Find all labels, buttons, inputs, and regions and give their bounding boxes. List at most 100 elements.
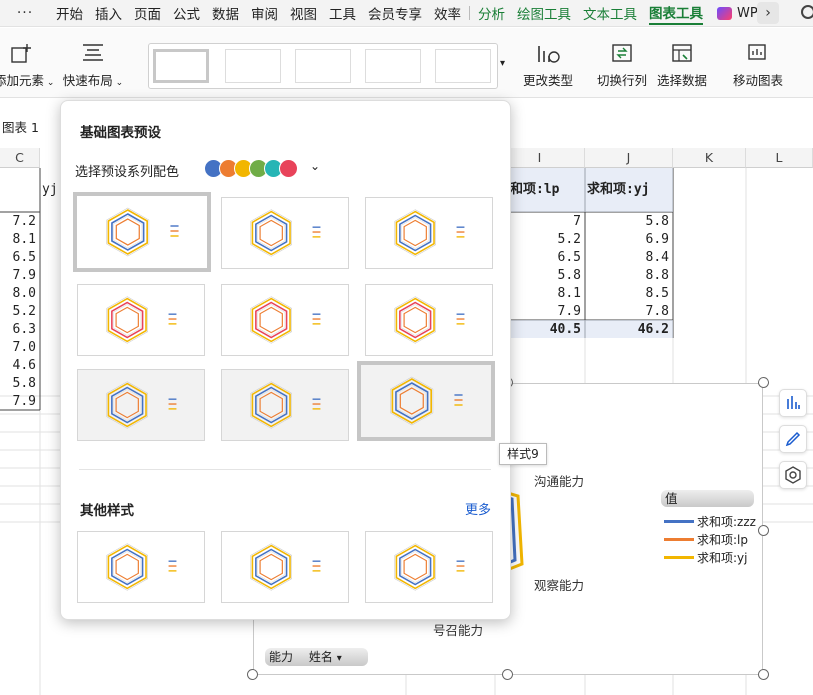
menu-formula[interactable]: 公式 (173, 3, 200, 23)
menu-home[interactable]: 开始 (56, 3, 83, 23)
color-scheme-swatches[interactable] (204, 159, 298, 178)
pivot-total-yj[interactable]: 46.2 (585, 321, 673, 339)
more-menu-button[interactable]: ··· (0, 5, 50, 21)
menu-drawing-tools[interactable]: 绘图工具 (517, 3, 571, 23)
preset-style-6[interactable] (365, 284, 493, 356)
select-data-button[interactable]: 选择数据 (654, 28, 710, 89)
field-button-name[interactable]: 姓名 (309, 650, 333, 664)
gallery-style-3[interactable] (295, 49, 351, 83)
preset-style-2[interactable] (221, 197, 349, 269)
chart-preset-popup: 基础图表预设 选择预设系列配色 ⌄ 其他样式 更多 (60, 100, 511, 620)
pivot-cell-yj-1[interactable]: 5.8 (585, 213, 673, 231)
chart-style-brush-icon[interactable] (779, 425, 807, 453)
preset-style-3[interactable] (365, 197, 493, 269)
search-icon[interactable] (801, 5, 813, 19)
resize-handle-b[interactable] (502, 669, 513, 680)
switch-row-col-button[interactable]: 切换行列 (594, 28, 650, 89)
menu-bar: ··· 开始 插入 页面 公式 数据 审阅 视图 工具 会员专享 效率 分析 绘… (0, 0, 813, 27)
color-scheme-dropdown-icon[interactable]: ⌄ (310, 159, 320, 173)
quick-layout-button[interactable]: 快速布局 ⌄ (62, 28, 124, 89)
pivot-cell-lp-4[interactable]: 5.8 (495, 267, 585, 285)
other-style-3[interactable] (365, 531, 493, 603)
pivot-cell-lp-5[interactable]: 8.1 (495, 285, 585, 303)
preset-style-9[interactable] (357, 361, 495, 441)
legend-item-yj: 求和项:yj (664, 549, 747, 566)
change-type-button[interactable]: 更改类型 (520, 28, 576, 89)
menu-review[interactable]: 审阅 (251, 3, 278, 23)
resize-handle-bl[interactable] (247, 669, 258, 680)
name-box[interactable]: 图表 1 (0, 117, 60, 137)
menu-data[interactable]: 数据 (212, 3, 239, 23)
cell-c-10[interactable]: 5.8 (0, 375, 40, 393)
cell-c-2[interactable]: 8.1 (0, 231, 40, 249)
partial-header-yj: yj (42, 182, 58, 197)
field-button-ability[interactable]: 能力 (269, 650, 293, 664)
move-chart-label: 移动图表 (732, 73, 783, 88)
pivot-cell-yj-2[interactable]: 6.9 (585, 231, 673, 249)
cell-c-3[interactable]: 6.5 (0, 249, 40, 267)
axis-label-leadership: 号召能力 (433, 623, 484, 638)
pivot-cell-lp-6[interactable]: 7.9 (495, 303, 585, 321)
menu-chart-tools[interactable]: 图表工具 (649, 2, 703, 25)
cell-c-4[interactable]: 7.9 (0, 267, 40, 285)
filter-icon[interactable]: ▾ (337, 653, 342, 664)
cell-c-1[interactable]: 7.2 (0, 213, 40, 231)
menu-insert[interactable]: 插入 (95, 3, 122, 23)
resize-handle-tr[interactable] (758, 377, 769, 388)
gallery-style-5[interactable] (435, 49, 491, 83)
gallery-style-2[interactable] (225, 49, 281, 83)
pivot-cell-yj-4[interactable]: 8.8 (585, 267, 673, 285)
resize-handle-r[interactable] (758, 525, 769, 536)
menu-view[interactable]: 视图 (290, 3, 317, 23)
other-style-1[interactable] (77, 531, 205, 603)
menu-tools[interactable]: 工具 (329, 3, 356, 23)
pivot-cell-lp-2[interactable]: 5.2 (495, 231, 585, 249)
select-data-label: 选择数据 (656, 73, 707, 88)
cell-c-9[interactable]: 4.6 (0, 357, 40, 375)
menu-efficiency[interactable]: 效率 (434, 3, 461, 23)
gallery-style-1[interactable] (153, 49, 209, 83)
cell-c-6[interactable]: 5.2 (0, 303, 40, 321)
preset-style-8[interactable] (221, 369, 349, 441)
pivot-cell-lp-3[interactable]: 6.5 (495, 249, 585, 267)
pivot-cell-yj-3[interactable]: 8.4 (585, 249, 673, 267)
pivot-cell-yj-5[interactable]: 8.5 (585, 285, 673, 303)
more-styles-link[interactable]: 更多 (465, 499, 491, 518)
chevron-right-icon[interactable]: › (757, 2, 779, 24)
cell-c-8[interactable]: 7.0 (0, 339, 40, 357)
axis-label-communication: 沟通能力 (534, 474, 585, 489)
preset-style-4[interactable] (77, 284, 205, 356)
preset-style-5[interactable] (221, 284, 349, 356)
chart-elements-icon[interactable] (779, 389, 807, 417)
move-chart-icon (746, 42, 770, 64)
cell-c-11[interactable]: 7.9 (0, 393, 40, 411)
menu-separator (469, 6, 470, 20)
chart-field-buttons[interactable]: 能力 姓名 ▾ (265, 648, 368, 666)
menu-analysis[interactable]: 分析 (478, 3, 505, 23)
menu-page[interactable]: 页面 (134, 3, 161, 23)
gallery-expand-icon[interactable]: ▾ (500, 58, 505, 69)
pivot-cell-yj-6[interactable]: 7.8 (585, 303, 673, 321)
add-element-label: 添加元素 (0, 73, 45, 88)
add-element-icon (8, 42, 32, 64)
chart-settings-icon[interactable] (779, 461, 807, 489)
other-style-2[interactable] (221, 531, 349, 603)
move-chart-button[interactable]: 移动图表 (730, 28, 786, 89)
legend-field-button[interactable]: 值 (661, 490, 754, 507)
cell-c-5[interactable]: 8.0 (0, 285, 40, 303)
color-scheme-label: 选择预设系列配色 (75, 165, 180, 180)
gallery-style-4[interactable] (365, 49, 421, 83)
switch-row-col-icon (610, 42, 634, 64)
axis-label-observation: 观察能力 (534, 578, 585, 593)
menu-member[interactable]: 会员专享 (368, 3, 422, 23)
preset-style-7[interactable] (77, 369, 205, 441)
preset-style-1[interactable] (73, 192, 211, 272)
resize-handle-br[interactable] (758, 669, 769, 680)
menu-text-tools[interactable]: 文本工具 (583, 3, 637, 23)
pivot-cell-lp-1[interactable]: 7 (495, 213, 585, 231)
other-styles-title: 其他样式 (80, 503, 134, 519)
pivot-header-yj[interactable]: 求和项:yj (587, 181, 673, 199)
add-element-button[interactable]: 添加元素 ⌄ (0, 28, 54, 89)
cell-c-7[interactable]: 6.3 (0, 321, 40, 339)
legend-item-lp: 求和项:lp (664, 531, 748, 548)
